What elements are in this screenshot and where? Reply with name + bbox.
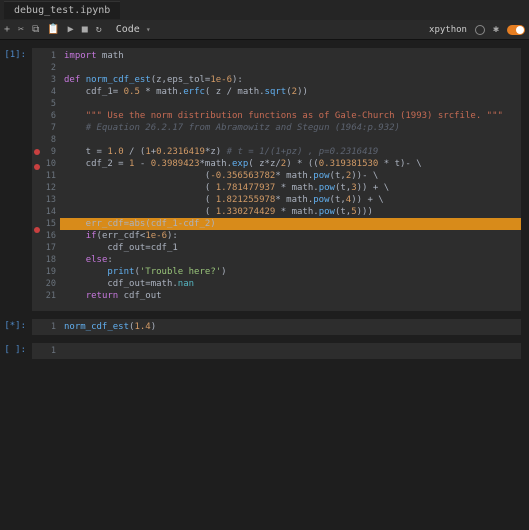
code-line: cdf_out=math.nan xyxy=(64,278,517,290)
copy-icon[interactable]: ⧉ xyxy=(32,24,39,35)
debug-toggle[interactable] xyxy=(507,25,525,35)
code-line: ( 1.330274429 * math.pow(t,5))) xyxy=(64,206,517,218)
code-line: if(err_cdf<1e-6): xyxy=(64,230,517,242)
code-line: """ Use the norm distribution functions … xyxy=(64,110,517,122)
notebook-tab[interactable]: debug_test.ipynb xyxy=(4,1,120,19)
breakpoint-gutter[interactable] xyxy=(32,343,42,359)
code-editor[interactable]: import math def norm_cdf_est(z,eps_tol=1e… xyxy=(60,48,521,311)
code-line: (-0.356563782* math.pow(t,2))- \ xyxy=(64,170,517,182)
code-line: t = 1.0 / (1+0.2316419*z) # t = 1/(1+pz)… xyxy=(64,146,517,158)
code-line xyxy=(64,134,517,146)
line-number-gutter: 1 xyxy=(42,343,60,359)
code-line xyxy=(64,345,517,357)
run-icon[interactable]: ▶ xyxy=(68,24,74,35)
code-line: else: xyxy=(64,254,517,266)
cut-icon[interactable]: ✂ xyxy=(18,24,24,35)
code-line: return cdf_out xyxy=(64,290,517,302)
breakpoint-icon[interactable] xyxy=(34,149,40,155)
cell-type-label: Code xyxy=(116,24,140,35)
code-line: def norm_cdf_est(z,eps_tol=1e-6): xyxy=(64,74,517,86)
cell-prompt: [ ]: xyxy=(4,343,32,359)
code-cell[interactable]: [1]:123456789101112131415161718192021imp… xyxy=(0,46,529,317)
code-editor[interactable]: norm_cdf_est(1.4) xyxy=(60,319,521,335)
code-line xyxy=(64,98,517,110)
cell-type-select[interactable]: Code ▾ xyxy=(110,24,157,35)
toolbar: + ✂ ⧉ 📋 ▶ ■ ↻ Code ▾ xpython ✱ xyxy=(0,20,529,40)
tab-bar: debug_test.ipynb xyxy=(0,0,529,20)
code-line: ( 1.781477937 * math.pow(t,3)) + \ xyxy=(64,182,517,194)
breakpoint-icon[interactable] xyxy=(34,164,40,170)
code-line: import math xyxy=(64,50,517,62)
cell-prompt: [1]: xyxy=(4,48,32,311)
breakpoint-gutter[interactable] xyxy=(32,319,42,335)
code-line: cdf_out=cdf_1 xyxy=(64,242,517,254)
code-line: cdf_1= 0.5 * math.erfc( z / math.sqrt(2)… xyxy=(64,86,517,98)
code-line: print('Trouble here?') xyxy=(64,266,517,278)
paste-icon[interactable]: 📋 xyxy=(47,24,59,35)
code-line: # Equation 26.2.17 from Abramowitz and S… xyxy=(64,122,517,134)
code-line: norm_cdf_est(1.4) xyxy=(64,321,517,333)
code-line: ( 1.821255978* math.pow(t,4)) + \ xyxy=(64,194,517,206)
restart-icon[interactable]: ↻ xyxy=(96,24,102,35)
code-cell[interactable]: [*]: 1 norm_cdf_est(1.4) xyxy=(0,317,529,341)
add-cell-icon[interactable]: + xyxy=(4,24,10,35)
code-line: cdf_2 = 1 - 0.3989423*math.exp( z*z/2) *… xyxy=(64,158,517,170)
code-editor[interactable] xyxy=(60,343,521,359)
notebook-area: [1]:123456789101112131415161718192021imp… xyxy=(0,40,529,365)
line-number-gutter: 1 xyxy=(42,319,60,335)
breakpoint-gutter[interactable] xyxy=(32,48,42,311)
code-line xyxy=(64,62,517,74)
kernel-status-icon xyxy=(475,25,485,35)
stop-icon[interactable]: ■ xyxy=(82,24,88,35)
chevron-down-icon: ▾ xyxy=(146,25,151,34)
kernel-name[interactable]: xpython xyxy=(429,25,467,35)
code-line: err_cdf=abs(cdf_1-cdf_2) xyxy=(60,218,521,230)
breakpoint-icon[interactable] xyxy=(34,227,40,233)
debug-bug-icon[interactable]: ✱ xyxy=(493,24,499,35)
code-cell[interactable]: [ ]: 1 xyxy=(0,341,529,365)
cell-prompt: [*]: xyxy=(4,319,32,335)
line-number-gutter: 123456789101112131415161718192021 xyxy=(42,48,60,311)
